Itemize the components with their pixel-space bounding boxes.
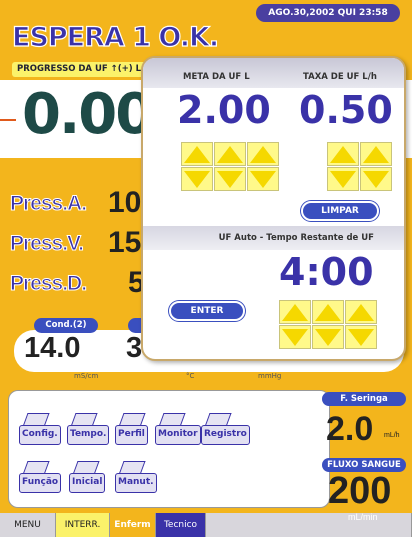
tempo-folder[interactable]: Tempo. xyxy=(67,413,111,447)
up-arrow-icon xyxy=(348,303,374,321)
meta-increase-1[interactable] xyxy=(181,142,213,166)
tempo-increase-2[interactable] xyxy=(312,300,344,324)
tempo-decrease-2[interactable] xyxy=(312,325,344,349)
tab-interr[interactable]: INTERR. xyxy=(56,513,110,537)
fluxo-sangue-value: 200 xyxy=(328,470,392,512)
monitor-folder[interactable]: Monitor xyxy=(155,413,201,447)
meta-decrease-2[interactable] xyxy=(214,167,246,191)
press-v-value: 15 xyxy=(108,226,142,259)
meta-increase-2[interactable] xyxy=(214,142,246,166)
status-title: ESPERA 1 O.K. xyxy=(11,21,219,53)
up-arrow-icon xyxy=(250,145,276,163)
down-arrow-icon xyxy=(282,328,308,346)
fluxo-sangue-unit: mL/min xyxy=(348,512,378,522)
pressure-unit: mmHg xyxy=(258,372,282,380)
up-arrow-icon xyxy=(330,145,356,163)
press-a-label: Press.A. xyxy=(9,192,87,216)
seringa-unit: mL/h xyxy=(384,432,400,439)
manut-folder[interactable]: Manut. xyxy=(115,461,159,495)
up-arrow-icon xyxy=(363,145,389,163)
press-d-label: Press.D. xyxy=(9,272,87,296)
meta-decrease-3[interactable] xyxy=(247,167,279,191)
cond-label: Cond.(2) xyxy=(34,318,98,333)
down-arrow-icon xyxy=(250,170,276,188)
machine-screen: AGO.30,2002 QUI 23:58 ESPERA 1 O.K. PROG… xyxy=(0,0,412,537)
meta-uf-label: META DA UF L xyxy=(183,72,250,82)
cond-unit: mS/cm xyxy=(74,372,99,380)
tempo-increase-1[interactable] xyxy=(279,300,311,324)
tab-empty xyxy=(206,513,412,537)
progress-marker xyxy=(0,119,16,121)
uf-auto-label: UF Auto - Tempo Restante de UF xyxy=(143,226,404,250)
tab-tecnico[interactable]: Tecnico xyxy=(156,513,206,537)
registro-folder[interactable]: Registro xyxy=(201,413,250,447)
cond-value: 14.0 xyxy=(24,332,81,364)
enter-button[interactable]: ENTER xyxy=(169,301,245,321)
press-a-value: 10 xyxy=(108,186,142,219)
down-arrow-icon xyxy=(348,328,374,346)
down-arrow-icon xyxy=(315,328,341,346)
config-folder[interactable]: Config. xyxy=(19,413,63,447)
temp-unit: °C xyxy=(186,372,195,380)
uf-progress-label: PROGRESSO DA UF ↑(+) L xyxy=(12,62,148,77)
down-arrow-icon xyxy=(330,170,356,188)
taxa-uf-label: TAXA DE UF L/h xyxy=(303,72,377,82)
meta-adjust-buttons xyxy=(181,142,279,191)
taxa-uf-value: 0.50 xyxy=(299,88,393,132)
tempo-decrease-1[interactable] xyxy=(279,325,311,349)
tempo-adjust-buttons xyxy=(279,300,377,349)
temp-value: 3 xyxy=(126,332,143,364)
seringa-value: 2.0 xyxy=(326,410,374,448)
uf-progress-value: 0.00 xyxy=(22,82,154,147)
tab-menu[interactable]: MENU xyxy=(0,513,56,537)
taxa-increase-2[interactable] xyxy=(360,142,392,166)
taxa-adjust-buttons xyxy=(327,142,392,191)
taxa-decrease-1[interactable] xyxy=(327,167,359,191)
tempo-restante-value: 4:00 xyxy=(279,250,374,294)
meta-uf-value: 2.00 xyxy=(177,88,271,132)
taxa-decrease-2[interactable] xyxy=(360,167,392,191)
up-arrow-icon xyxy=(184,145,210,163)
perfil-folder[interactable]: Perfil xyxy=(115,413,159,447)
taxa-increase-1[interactable] xyxy=(327,142,359,166)
down-arrow-icon xyxy=(363,170,389,188)
press-v-label: Press.V. xyxy=(10,232,85,256)
tempo-increase-3[interactable] xyxy=(345,300,377,324)
up-arrow-icon xyxy=(315,303,341,321)
up-arrow-icon xyxy=(217,145,243,163)
down-arrow-icon xyxy=(217,170,243,188)
down-arrow-icon xyxy=(184,170,210,188)
inicial-folder[interactable]: Inicial xyxy=(69,461,113,495)
tempo-decrease-3[interactable] xyxy=(345,325,377,349)
datetime-display: AGO.30,2002 QUI 23:58 xyxy=(256,4,400,22)
tab-enferm[interactable]: Enferm xyxy=(110,513,156,537)
meta-increase-3[interactable] xyxy=(247,142,279,166)
meta-decrease-1[interactable] xyxy=(181,167,213,191)
seringa-label: F. Seringa xyxy=(322,392,406,406)
function-panel: Config. Tempo. Perfil Monitor Registro F… xyxy=(8,390,330,508)
funcao-folder[interactable]: Função xyxy=(19,461,63,495)
limpar-button[interactable]: LIMPAR xyxy=(301,201,379,221)
up-arrow-icon xyxy=(282,303,308,321)
uf-settings-dialog: META DA UF L TAXA DE UF L/h 2.00 0.50 LI… xyxy=(141,56,406,361)
